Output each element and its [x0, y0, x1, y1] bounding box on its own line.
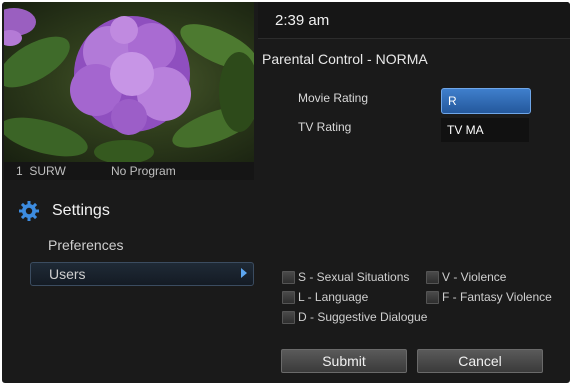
panel-title: Parental Control - NORMA [262, 51, 428, 67]
sidebar-item-label: Users [49, 266, 86, 282]
sidebar-item-users[interactable]: Users [30, 262, 254, 286]
clock-bar: 2:39 am [258, 2, 570, 39]
cancel-button[interactable]: Cancel [417, 349, 543, 373]
tv-rating-value: TV MA [447, 123, 484, 137]
checkbox-label: F - Fantasy Violence [442, 290, 552, 304]
checkbox-box [426, 271, 439, 284]
channel-info-bar: 1 SURW No Program [4, 162, 254, 180]
chevron-right-icon [241, 268, 247, 278]
tv-rating-label: TV Rating [298, 120, 352, 134]
clock-time: 2:39 am [275, 12, 330, 29]
live-tv-preview[interactable] [4, 2, 254, 162]
checkbox-label: S - Sexual Situations [298, 270, 410, 284]
tv-rating-select[interactable]: TV MA [441, 118, 529, 142]
gear-icon [19, 201, 39, 221]
program-title: No Program [111, 164, 176, 178]
flower-image [4, 8, 254, 162]
checkbox-box [282, 291, 295, 304]
channel-number: 1 [16, 164, 23, 178]
movie-rating-value: R [448, 94, 457, 108]
tv-settings-screen: 1 SURW No Program Settings Preferences U… [2, 2, 570, 383]
channel-number-label: 1 SURW [16, 164, 66, 178]
checkbox-box [426, 291, 439, 304]
submit-button[interactable]: Submit [281, 349, 407, 373]
movie-rating-label: Movie Rating [298, 91, 369, 105]
checkbox-box [282, 271, 295, 284]
checkbox-label: V - Violence [442, 270, 507, 284]
channel-callsign: SURW [29, 164, 66, 178]
sidebar-item-label: Preferences [48, 237, 124, 253]
checkbox-box [282, 311, 295, 324]
checkbox-label: D - Suggestive Dialogue [298, 310, 428, 324]
sidebar-item-preferences[interactable]: Preferences [30, 234, 252, 256]
checkbox-label: L - Language [298, 290, 369, 304]
settings-title: Settings [52, 202, 110, 219]
movie-rating-select[interactable]: R [441, 88, 531, 114]
